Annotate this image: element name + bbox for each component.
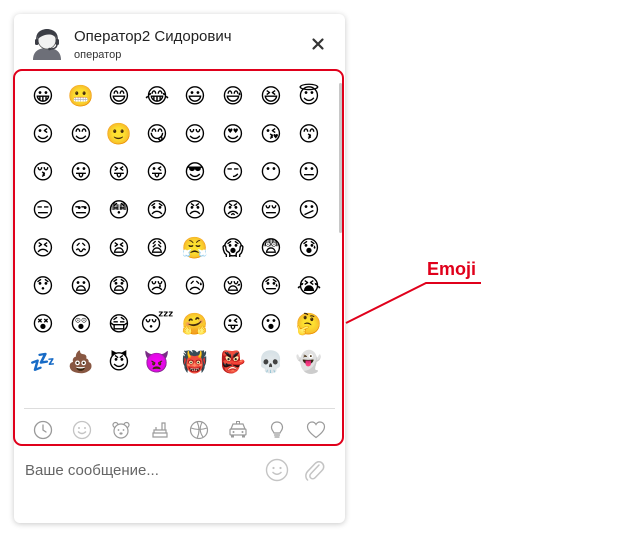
smile-icon [265, 458, 289, 482]
close-icon [312, 38, 324, 50]
emoji-item[interactable]: 😕 [290, 191, 328, 229]
emoji-item[interactable]: 😶 [252, 153, 290, 191]
emoji-item[interactable]: 😩 [138, 229, 176, 267]
emoji-item[interactable]: 😍 [214, 115, 252, 153]
emoji-item[interactable]: 😙 [290, 115, 328, 153]
clock-icon [34, 420, 53, 440]
emoji-item[interactable]: 😎 [176, 153, 214, 191]
emoji-item[interactable]: 😵 [24, 305, 62, 343]
emoji-item[interactable]: 😮 [252, 305, 290, 343]
emoji-item[interactable]: 😆 [252, 77, 290, 115]
emoji-item[interactable]: 😓 [252, 267, 290, 305]
chat-header: Оператор2 Сидорович оператор [14, 14, 345, 70]
emoji-item[interactable]: 😷 [100, 305, 138, 343]
emoji-item[interactable]: 💩 [62, 343, 100, 381]
emoji-item[interactable]: 😔 [252, 191, 290, 229]
category-food-button[interactable] [146, 416, 174, 444]
category-objects-button[interactable] [263, 416, 291, 444]
emoji-item[interactable]: 😴 [138, 305, 176, 343]
emoji-item[interactable]: 😥 [176, 267, 214, 305]
emoji-item[interactable]: 😨 [252, 229, 290, 267]
ball-icon [189, 420, 209, 440]
emoji-item[interactable]: 😑 [24, 191, 62, 229]
attach-file-button[interactable] [303, 458, 325, 482]
category-animals-button[interactable] [107, 416, 135, 444]
emoji-item[interactable]: 😉 [24, 115, 62, 153]
lightbulb-icon [270, 421, 283, 438]
emoji-item[interactable]: 😠 [176, 191, 214, 229]
operator-role: оператор [74, 49, 122, 61]
emoji-item[interactable]: 😜 [214, 305, 252, 343]
emoji-item[interactable]: 😛 [62, 153, 100, 191]
emoji-item[interactable]: 😬 [62, 77, 100, 115]
emoji-item[interactable]: 👿 [138, 343, 176, 381]
emoji-item[interactable]: 😏 [214, 153, 252, 191]
category-smileys-button[interactable] [68, 416, 96, 444]
emoji-item[interactable]: 😖 [62, 229, 100, 267]
emoji-toggle-button[interactable] [265, 458, 289, 482]
category-recent-button[interactable] [29, 416, 57, 444]
emoji-item[interactable]: 😪 [214, 267, 252, 305]
operator-name: Оператор2 Сидорович [74, 28, 232, 45]
emoji-item[interactable]: 😈 [100, 343, 138, 381]
emoji-item[interactable]: 😧 [100, 267, 138, 305]
emoji-item[interactable]: 😒 [62, 191, 100, 229]
emoji-item[interactable]: 😌 [176, 115, 214, 153]
bear-animal-icon [112, 421, 130, 439]
emoji-item[interactable]: 👻 [290, 343, 328, 381]
smiley-face-icon [73, 420, 92, 440]
emoji-item[interactable]: 😝 [100, 153, 138, 191]
emoji-item[interactable]: 😭 [290, 267, 328, 305]
food-icon [152, 422, 168, 438]
emoji-scroll-area[interactable]: 😀 😬 😄 😂 😃 😅 😆 😇 😉 😊 🙂 😋 😌 😍 😘 😙 😚 😛 😝 😜 😎 😏 😶 😐 😑 😒 😳 😞 😠 😡 😔 😕 😣 😖 😫 😩 😤 😱 😨 😰… [24, 77, 336, 402]
emoji-item[interactable]: 😯 [24, 267, 62, 305]
emoji-item[interactable]: 😐 [290, 153, 328, 191]
emoji-item[interactable]: 😡 [214, 191, 252, 229]
emoji-item[interactable]: 😞 [138, 191, 176, 229]
emoji-item[interactable]: 💀 [252, 343, 290, 381]
emoji-item[interactable]: 😫 [100, 229, 138, 267]
emoji-item[interactable]: 💤 [24, 343, 62, 381]
emoji-item[interactable]: 😦 [62, 267, 100, 305]
emoji-item[interactable]: 😱 [214, 229, 252, 267]
operator-avatar-icon [30, 26, 64, 60]
emoji-item[interactable]: 🤔 [290, 305, 328, 343]
emoji-item[interactable]: 😚 [24, 153, 62, 191]
emoji-picker: 😀 😬 😄 😂 😃 😅 😆 😇 😉 😊 🙂 😋 😌 😍 😘 😙 😚 😛 😝 😜 😎 😏 😶 😐 😑 😒 😳 😞 😠 😡 😔 😕 😣 😖 😫 😩 😤 😱 😨 😰… [14, 69, 345, 440]
emoji-item[interactable]: 😣 [24, 229, 62, 267]
emoji-item[interactable]: 😊 [62, 115, 100, 153]
emoji-item[interactable]: 😇 [290, 77, 328, 115]
emoji-item[interactable]: 😰 [290, 229, 328, 267]
emoji-grid: 😀 😬 😄 😂 😃 😅 😆 😇 😉 😊 🙂 😋 😌 😍 😘 😙 😚 😛 😝 😜 😎 😏 😶 😐 😑 😒 😳 😞 😠 😡 😔 😕 😣 😖 😫 😩 😤 😱 😨 😰… [24, 77, 336, 381]
emoji-item[interactable]: 🙂 [100, 115, 138, 153]
emoji-item[interactable]: 😲 [62, 305, 100, 343]
message-input[interactable] [23, 457, 257, 483]
close-button[interactable] [308, 34, 328, 54]
emoji-item[interactable]: 😜 [138, 153, 176, 191]
emoji-item[interactable]: 😢 [138, 267, 176, 305]
heart-icon [306, 421, 325, 439]
car-icon [229, 421, 247, 438]
category-symbols-button[interactable] [302, 416, 330, 444]
emoji-item[interactable]: 👺 [214, 343, 252, 381]
emoji-item[interactable]: 😳 [100, 191, 138, 229]
emoji-category-bar [24, 408, 335, 451]
category-activity-button[interactable] [185, 416, 213, 444]
emoji-item[interactable]: 😅 [214, 77, 252, 115]
emoji-item[interactable]: 😃 [176, 77, 214, 115]
category-travel-button[interactable] [224, 416, 252, 444]
emoji-item[interactable]: 👹 [176, 343, 214, 381]
emoji-item[interactable]: 😀 [24, 77, 62, 115]
emoji-item[interactable]: 😤 [176, 229, 214, 267]
emoji-item[interactable]: 😋 [138, 115, 176, 153]
callout-label: Emoji [427, 259, 477, 279]
chat-widget-panel: Оператор2 Сидорович оператор 😀 😬 😄 😂 😃 😅 😆 😇 😉 😊 🙂… [14, 14, 345, 523]
emoji-item[interactable]: 🤗 [176, 305, 214, 343]
emoji-item[interactable]: 😄 [100, 77, 138, 115]
paperclip-icon [305, 461, 325, 481]
emoji-item[interactable]: 😂 [138, 77, 176, 115]
emoji-scrollbar[interactable] [339, 83, 342, 233]
emoji-item[interactable]: 😘 [252, 115, 290, 153]
